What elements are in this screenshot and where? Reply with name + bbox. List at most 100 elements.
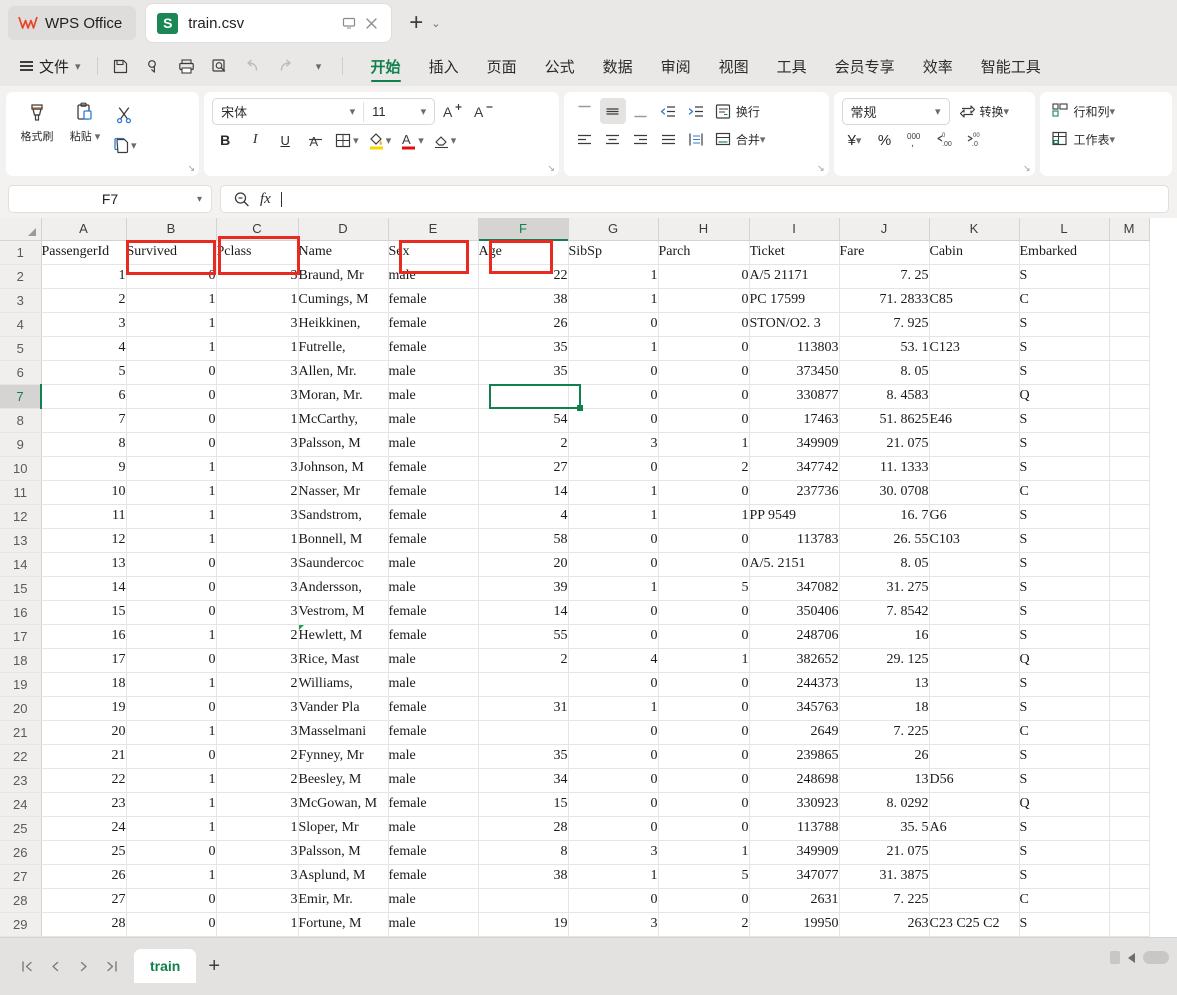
- cell-L19[interactable]: S: [1019, 672, 1110, 697]
- column-header-m[interactable]: M: [1109, 218, 1150, 241]
- cell-G8[interactable]: 0: [568, 408, 659, 433]
- cell-A23[interactable]: 22: [41, 768, 127, 793]
- cell-I18[interactable]: 382652: [749, 648, 840, 673]
- cell-B20[interactable]: 0: [126, 696, 217, 721]
- cell-A28[interactable]: 27: [41, 888, 127, 913]
- row-header-6[interactable]: 6: [0, 360, 42, 385]
- add-sheet-button[interactable]: +: [208, 955, 220, 978]
- cell-L27[interactable]: S: [1019, 864, 1110, 889]
- cell-A20[interactable]: 19: [41, 696, 127, 721]
- cell-I3[interactable]: PC 17599: [749, 288, 840, 313]
- cell-D2[interactable]: Braund, Mr: [298, 264, 389, 289]
- cell-A14[interactable]: 13: [41, 552, 127, 577]
- cell-K16[interactable]: [929, 600, 1020, 625]
- cell-J9[interactable]: 21. 075: [839, 432, 930, 457]
- justify-button[interactable]: [656, 126, 682, 152]
- ribbon-tab-home[interactable]: 开始: [357, 47, 415, 85]
- cell-E24[interactable]: female: [388, 792, 479, 817]
- cell-H15[interactable]: 5: [658, 576, 750, 601]
- cell-B25[interactable]: 1: [126, 816, 217, 841]
- cell-E4[interactable]: female: [388, 312, 479, 337]
- cell-B27[interactable]: 1: [126, 864, 217, 889]
- decrease-indent-button[interactable]: [656, 98, 682, 124]
- cell-C1[interactable]: Pclass: [216, 240, 299, 265]
- convert-button[interactable]: 转换 ▾: [956, 99, 1012, 125]
- cell-B12[interactable]: 1: [126, 504, 217, 529]
- cell-F24[interactable]: 15: [478, 792, 569, 817]
- cell-B10[interactable]: 1: [126, 456, 217, 481]
- cell-A11[interactable]: 10: [41, 480, 127, 505]
- cell-E5[interactable]: female: [388, 336, 479, 361]
- cell-M22[interactable]: [1109, 744, 1150, 769]
- cell-C27[interactable]: 3: [216, 864, 299, 889]
- cell-I29[interactable]: 19950: [749, 912, 840, 937]
- cell-A29[interactable]: 28: [41, 912, 127, 937]
- cell-L28[interactable]: C: [1019, 888, 1110, 913]
- ribbon-tab-tools[interactable]: 工具: [763, 47, 821, 85]
- last-sheet-icon[interactable]: [98, 953, 124, 979]
- cell-E18[interactable]: male: [388, 648, 479, 673]
- cell-A2[interactable]: 1: [41, 264, 127, 289]
- cell-I10[interactable]: 347742: [749, 456, 840, 481]
- cell-G12[interactable]: 1: [568, 504, 659, 529]
- cell-C19[interactable]: 2: [216, 672, 299, 697]
- cell-G13[interactable]: 0: [568, 528, 659, 553]
- cell-E7[interactable]: male: [388, 384, 479, 409]
- cell-K8[interactable]: E46: [929, 408, 1020, 433]
- cell-C17[interactable]: 2: [216, 624, 299, 649]
- cell-E8[interactable]: male: [388, 408, 479, 433]
- cell-C26[interactable]: 3: [216, 840, 299, 865]
- scroll-thumb[interactable]: [1143, 951, 1169, 964]
- cell-H9[interactable]: 1: [658, 432, 750, 457]
- row-header-3[interactable]: 3: [0, 288, 42, 313]
- cell-A24[interactable]: 23: [41, 792, 127, 817]
- cell-G10[interactable]: 0: [568, 456, 659, 481]
- cell-I20[interactable]: 345763: [749, 696, 840, 721]
- clear-format-button[interactable]: ▾: [430, 127, 459, 153]
- clipboard-dialog-launcher[interactable]: ↘: [188, 163, 196, 174]
- font-dialog-launcher[interactable]: ↘: [547, 163, 555, 174]
- italic-button[interactable]: I: [242, 127, 268, 153]
- cell-K22[interactable]: [929, 744, 1020, 769]
- cell-C20[interactable]: 3: [216, 696, 299, 721]
- cell-D9[interactable]: Palsson, M: [298, 432, 389, 457]
- cell-I17[interactable]: 248706: [749, 624, 840, 649]
- cell-M1[interactable]: [1109, 240, 1150, 265]
- cell-D29[interactable]: Fortune, M: [298, 912, 389, 937]
- customize-qat-icon[interactable]: ▾: [304, 52, 334, 80]
- row-header-10[interactable]: 10: [0, 456, 42, 481]
- cell-M12[interactable]: [1109, 504, 1150, 529]
- cell-M6[interactable]: [1109, 360, 1150, 385]
- cell-H16[interactable]: 0: [658, 600, 750, 625]
- cell-G26[interactable]: 3: [568, 840, 659, 865]
- undo-icon[interactable]: [238, 52, 268, 80]
- cell-D19[interactable]: Williams,: [298, 672, 389, 697]
- column-header-g[interactable]: G: [568, 218, 659, 241]
- cell-I5[interactable]: 113803: [749, 336, 840, 361]
- cell-K19[interactable]: [929, 672, 1020, 697]
- cell-B11[interactable]: 1: [126, 480, 217, 505]
- row-header-29[interactable]: 29: [0, 912, 42, 937]
- row-header-12[interactable]: 12: [0, 504, 42, 529]
- cell-A8[interactable]: 7: [41, 408, 127, 433]
- cell-F18[interactable]: 2: [478, 648, 569, 673]
- cell-J13[interactable]: 26. 55: [839, 528, 930, 553]
- cell-L9[interactable]: S: [1019, 432, 1110, 457]
- cell-L1[interactable]: Embarked: [1019, 240, 1110, 265]
- cell-I1[interactable]: Ticket: [749, 240, 840, 265]
- cell-A12[interactable]: 11: [41, 504, 127, 529]
- cell-D28[interactable]: Emir, Mr.: [298, 888, 389, 913]
- cell-B21[interactable]: 1: [126, 720, 217, 745]
- cell-K29[interactable]: C23 C25 C2: [929, 912, 1020, 937]
- cell-F8[interactable]: 54: [478, 408, 569, 433]
- cell-L5[interactable]: S: [1019, 336, 1110, 361]
- cell-K5[interactable]: C123: [929, 336, 1020, 361]
- cell-E26[interactable]: female: [388, 840, 479, 865]
- decrease-decimal-button[interactable]: 00.0: [962, 127, 988, 153]
- cell-J12[interactable]: 16. 7: [839, 504, 930, 529]
- cell-B26[interactable]: 0: [126, 840, 217, 865]
- cell-M17[interactable]: [1109, 624, 1150, 649]
- cell-F4[interactable]: 26: [478, 312, 569, 337]
- cell-A19[interactable]: 18: [41, 672, 127, 697]
- cell-D20[interactable]: Vander Pla: [298, 696, 389, 721]
